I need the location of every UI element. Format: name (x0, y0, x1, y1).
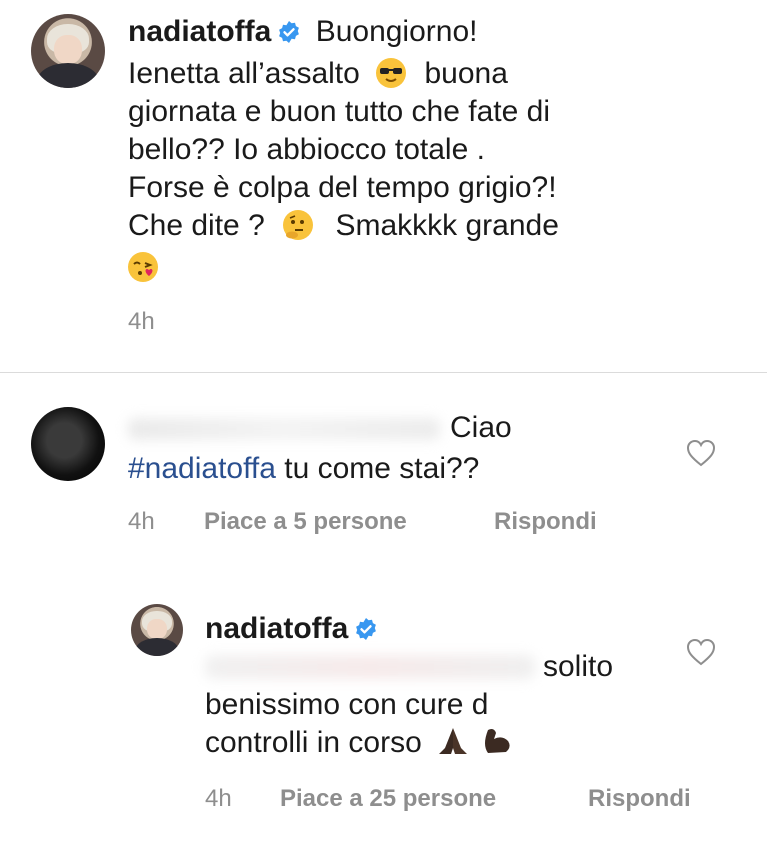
caption-text: Che dite ? (128, 209, 265, 242)
verified-badge-icon (279, 21, 300, 43)
comment-line-2: #nadiatoffa tu come stai?? (128, 450, 479, 487)
post-author-avatar[interactable] (31, 14, 105, 88)
verified-badge-icon (356, 618, 377, 640)
folded-hands-emoji-icon (436, 726, 470, 765)
reply-line-1: solito (543, 648, 613, 685)
reply-likes-link[interactable]: Piace a 25 persone (280, 785, 496, 813)
reply-author-avatar[interactable] (131, 604, 183, 656)
post-timestamp: 4h (128, 308, 155, 335)
reply-text: solito (543, 650, 614, 683)
commenter-avatar[interactable] (31, 407, 105, 481)
reply-username[interactable]: nadiatoffa (205, 612, 348, 645)
flexed-biceps-emoji-icon (482, 726, 516, 765)
post-caption-line-6: Che dite ? Smakkkk grande (128, 207, 559, 244)
comment-reply-button[interactable]: Rispondi (494, 508, 597, 536)
comment-likes-link[interactable]: Piace a 5 persone (204, 508, 407, 536)
post-caption-line-2: Ienetta all’assalto buona (128, 55, 508, 92)
divider (0, 372, 767, 373)
reply-timestamp: 4h (205, 785, 232, 812)
comment-timestamp: 4h (128, 508, 155, 535)
post-caption-line-5: Forse è colpa del tempo grigio?! (128, 169, 557, 206)
post-caption-line-1: nadiatoffa Buongiorno! (128, 13, 477, 50)
comment-line-1: Ciao (450, 409, 512, 446)
reply-line-2: benissimo con cure d (205, 686, 488, 723)
heart-outline-icon[interactable] (686, 638, 716, 666)
thinking-face-emoji-icon (283, 210, 314, 240)
sunglasses-emoji-icon (376, 58, 407, 88)
post-caption-line-4: bello?? Io abbiocco totale . (128, 131, 485, 168)
reply-header: nadiatoffa (205, 610, 378, 647)
caption-text: buona (424, 57, 508, 90)
hashtag-link[interactable]: #nadiatoffa (128, 452, 276, 485)
reply-text: benissimo con cure d (205, 688, 489, 721)
reply-line-3: controlli in corso (205, 724, 516, 765)
comment-text: tu come stai?? (275, 452, 480, 485)
caption-text: giornata e buon tutto che fate di (128, 95, 550, 128)
caption-text: bello?? Io abbiocco totale . (128, 133, 485, 166)
commenter-username-redacted (128, 418, 440, 440)
caption-text: Forse è colpa del tempo grigio?! (128, 171, 557, 204)
post-caption-text: Buongiorno! (315, 15, 478, 48)
post-caption-line-7 (128, 249, 158, 286)
heart-outline-icon[interactable] (686, 439, 716, 467)
reply-reply-button[interactable]: Rispondi (588, 785, 691, 813)
mention-redacted (205, 655, 535, 679)
kissing-heart-emoji-icon (128, 252, 158, 282)
post-username[interactable]: nadiatoffa (128, 15, 271, 48)
caption-text: Ienetta all’assalto (128, 57, 360, 90)
post-caption-line-3: giornata e buon tutto che fate di (128, 93, 550, 130)
caption-text: Smakkkk grande (335, 209, 559, 242)
reply-text: controlli in corso (205, 726, 422, 759)
comment-text: Ciao (450, 411, 512, 444)
